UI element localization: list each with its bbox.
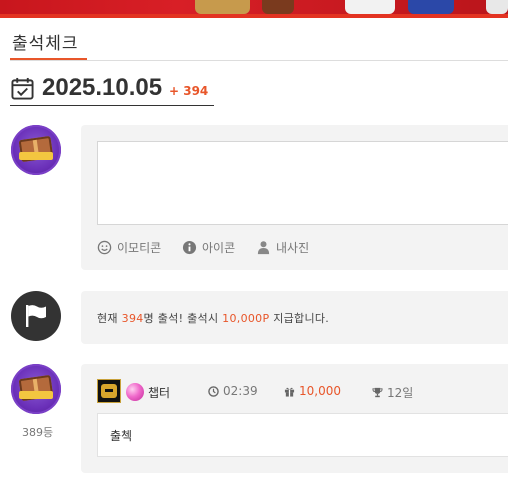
entry-rank: 389등 — [22, 426, 54, 439]
notice-count: 394 — [121, 312, 144, 325]
entry-avatar[interactable] — [11, 364, 61, 414]
my-photo-button[interactable]: 내사진 — [256, 239, 309, 256]
entry-streak: 12일 — [372, 384, 413, 401]
entry-comment-text: 출첵 — [110, 429, 133, 443]
emoticon-button[interactable]: 이모티콘 — [97, 239, 161, 256]
info-icon — [182, 240, 197, 255]
clock-icon — [208, 385, 219, 397]
entry-points: 10,000 — [284, 384, 341, 398]
icon-label: 아이콘 — [202, 241, 236, 255]
attendance-count: + 394 — [169, 84, 209, 98]
entry-comment-box: 출첵 — [97, 413, 508, 457]
top-banner — [0, 0, 508, 14]
banner-accent-line — [0, 14, 508, 18]
date-header: 2025.10.05 + 394 — [10, 72, 214, 106]
notice-middle: 명 출석! 출석시 — [143, 312, 223, 325]
entry-username[interactable]: 챕터 — [148, 384, 170, 401]
points-text: 10,000 — [299, 384, 341, 398]
page-title[interactable]: 출석체크 — [12, 29, 79, 54]
my-photo-label: 내사진 — [276, 241, 310, 255]
flag-icon — [26, 305, 46, 327]
smiley-icon — [97, 240, 112, 255]
calendar-check-icon — [11, 77, 34, 100]
level-badge-icon — [97, 379, 121, 403]
notice-suffix: 지급합니다. — [269, 312, 330, 325]
user-avatar — [11, 125, 61, 175]
notice-prefix: 현재 — [97, 312, 122, 325]
member-orb-icon — [126, 383, 144, 401]
notice-badge — [11, 291, 61, 341]
tab-divider — [10, 60, 508, 61]
attendance-date: 2025.10.05 — [42, 74, 163, 101]
user-icon — [257, 241, 270, 255]
entry-time: 02:39 — [208, 384, 258, 398]
notice-points: 10,000P — [222, 312, 270, 325]
time-text: 02:39 — [223, 384, 258, 398]
gift-icon — [284, 387, 295, 397]
emoticon-label: 이모티콘 — [117, 241, 162, 255]
comment-textarea[interactable] — [97, 141, 508, 225]
streak-text: 12일 — [387, 386, 414, 400]
icon-button[interactable]: 아이콘 — [182, 239, 235, 256]
attendance-notice: 현재 394명 출석! 출석시 10,000P 지급합니다. — [97, 310, 329, 326]
trophy-icon — [372, 387, 383, 398]
username-text: 챕터 — [148, 386, 171, 400]
